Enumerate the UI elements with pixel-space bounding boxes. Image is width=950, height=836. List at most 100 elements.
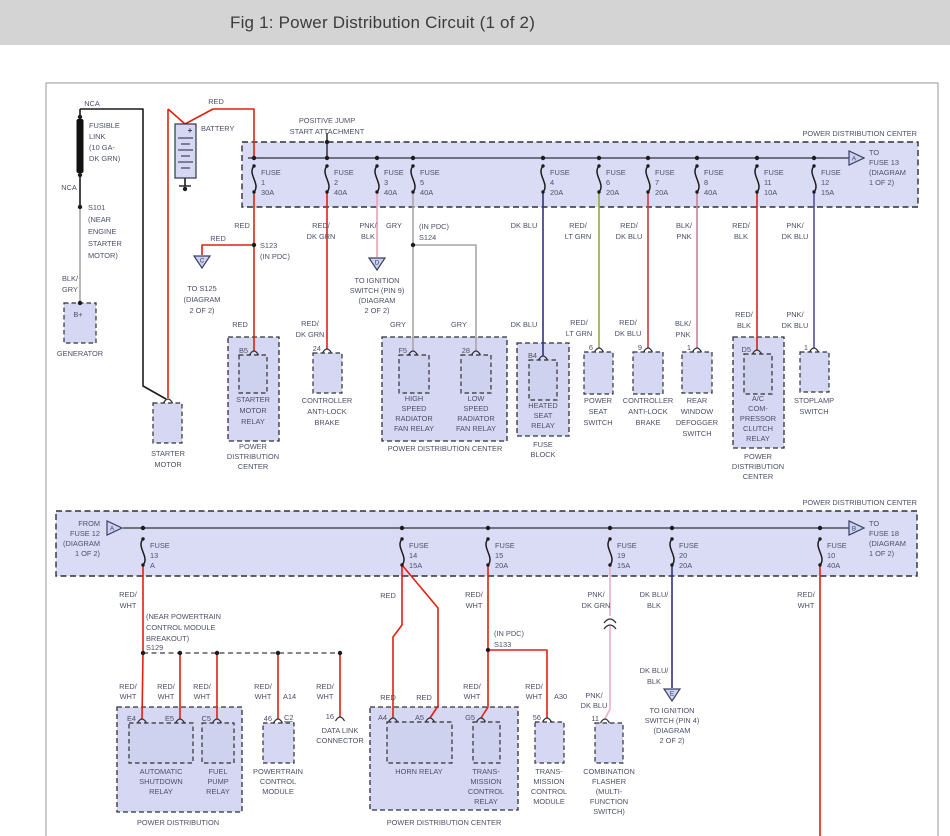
diagram-label: POWER (744, 452, 772, 461)
fuse-label: 12 (821, 178, 829, 187)
junction-dot (252, 243, 256, 247)
junction-dot (325, 140, 329, 144)
fuse-end-dot (755, 190, 758, 193)
fuse-end-dot (812, 164, 815, 167)
fuse-label: 10 (827, 551, 835, 560)
fuse-label: 7 (655, 178, 659, 187)
diagram-label: DK BLU (616, 232, 643, 241)
fusible-link (77, 119, 84, 173)
horn-relay-inner (387, 722, 452, 763)
diagram-label: POWER DISTRIBUTION CENTER (802, 129, 917, 138)
junction-dot (78, 301, 82, 305)
diagram-label: RELAY (241, 417, 265, 426)
fuse-label: 10A (764, 188, 777, 197)
diagram-label: HORN RELAY (395, 767, 443, 776)
junction-dot (178, 651, 182, 655)
fuse-end-dot (695, 190, 698, 193)
fuse-end-dot (646, 190, 649, 193)
diagram-label: COMBINATION (583, 767, 635, 776)
diagram-label: DEFOGGER (676, 418, 718, 427)
diagram-label: COM- (748, 404, 768, 413)
diagram-label: BRAKE (314, 418, 339, 427)
junction-dot (670, 526, 674, 530)
diagram-label: DATA LINK (322, 726, 359, 735)
diagram-label: A30 (554, 692, 567, 701)
pin-label: 6 (589, 343, 593, 352)
diagram-label: CENTER (238, 462, 268, 471)
pin-label: 1 (687, 343, 691, 352)
power-seat-switch-box (584, 352, 613, 394)
diagram-label: DK BLU (511, 221, 538, 230)
diagram-label: PUMP (207, 777, 228, 786)
fuse-label: 6 (606, 178, 610, 187)
fuse-end-dot (252, 190, 255, 193)
diagram-label: (DIAGRAM (359, 296, 396, 305)
pin-label: E4 (127, 714, 136, 723)
diagram-label: MODULE (533, 797, 565, 806)
junction-dot (78, 115, 82, 119)
fuse-end-dot (541, 190, 544, 193)
diagram-label: PNK/ (359, 221, 377, 230)
diagram-label: RED/ (525, 682, 544, 691)
junction-dot (411, 156, 415, 160)
diagram-label: RED (416, 693, 432, 702)
fuse-end-dot (325, 190, 328, 193)
wire (142, 653, 143, 719)
diagram-label: 1 OF 2) (869, 178, 894, 187)
diagram-label: WHT (798, 601, 815, 610)
fuse-end-dot (411, 190, 414, 193)
diagram-label: RED/ (316, 682, 335, 691)
fuse-end-dot (670, 537, 673, 540)
diagram-label: RED/ (465, 590, 484, 599)
junction-dot (215, 651, 219, 655)
diagram-label: BATTERY (201, 124, 234, 133)
diagram-label: STARTER (88, 239, 122, 248)
diagram-label: S133 (494, 640, 511, 649)
diagram-label: DK GRN (307, 232, 336, 241)
diagram-label: POWER DISTRIBUTION (137, 818, 219, 827)
diagram-label: RADIATOR (457, 414, 495, 423)
diagram-label: SPEED (463, 404, 488, 413)
fuse-label: 4 (550, 178, 554, 187)
diagram-label: START ATTACHMENT (290, 127, 365, 136)
ac-clutch-relay-inner (744, 354, 772, 394)
diagram-label: CONTROL (531, 787, 567, 796)
diagram-label: RED (380, 591, 396, 600)
diagram-label: SWITCH (799, 407, 828, 416)
fuse-label: 40A (420, 188, 433, 197)
fuse-end-dot (252, 164, 255, 167)
fuse-end-dot (541, 164, 544, 167)
diagram-label: S123 (260, 241, 277, 250)
diagram-label: DK BLU (581, 701, 608, 710)
junction-dot (183, 187, 187, 191)
diagram-label: SPEED (401, 404, 426, 413)
diagram-label: POSITIVE JUMP (299, 116, 355, 125)
junction-dot (276, 651, 280, 655)
fuse-label: FUSE (150, 541, 170, 550)
diagram-label: BLK (647, 677, 661, 686)
diagram-label: DISTRIBUTION (732, 462, 784, 471)
fuse-end-dot (400, 537, 403, 540)
fuse-label: FUSE (704, 168, 724, 177)
combination-flasher-box (595, 723, 623, 763)
diagram-label: TO (869, 148, 879, 157)
fuse-label: 20A (655, 188, 668, 197)
break-symbol (604, 619, 616, 623)
fuse-end-dot (755, 164, 758, 167)
fuel-pump-relay-inner (202, 723, 234, 763)
diagram-label: CONTROL (468, 787, 504, 796)
diagram-label: 1 OF 2) (869, 549, 894, 558)
diagram-label: (DIAGRAM (869, 168, 906, 177)
fuse-label: 5 (420, 178, 424, 187)
fuse-label: FUSE (606, 168, 626, 177)
diagram-label: RED/ (254, 682, 273, 691)
fuse-label: 40A (827, 561, 840, 570)
diagram-label: STOPLAMP (794, 396, 834, 405)
diagram-label: CLUTCH (743, 424, 773, 433)
junction-dot (486, 648, 490, 652)
fuse-end-dot (608, 537, 611, 540)
junction-dot (325, 156, 329, 160)
fuse-end-dot (486, 563, 489, 566)
triangle-letter: B (852, 526, 856, 533)
junction-dot (375, 156, 379, 160)
